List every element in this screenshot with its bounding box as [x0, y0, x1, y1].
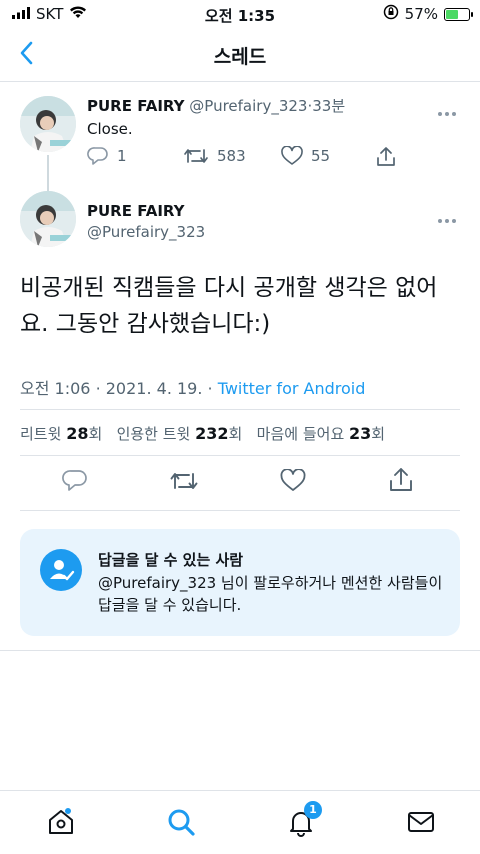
quotes-value: 232	[195, 424, 229, 443]
tab-home[interactable]	[46, 807, 76, 837]
reply-button[interactable]	[62, 469, 88, 497]
share-button[interactable]	[375, 146, 397, 168]
tweet-age: 33분	[312, 97, 346, 115]
meta-separator: ·	[95, 379, 101, 398]
tweet-text: Close.	[87, 120, 133, 138]
like-count: 55	[311, 147, 331, 165]
tab-search[interactable]	[166, 807, 196, 837]
author-handle[interactable]: @Purefairy_323	[87, 223, 205, 241]
tweet-stats: 리트윗 28회 인용한 트윗 232회 마음에 들어요 23회	[20, 423, 385, 444]
reply-permission-title: 답글을 달 수 있는 사람	[98, 551, 244, 569]
parent-tweet[interactable]: PURE FAIRY @Purefairy_323·33분 Close. 1 5…	[0, 82, 480, 182]
retweets-label: 리트윗	[20, 425, 62, 443]
like-button[interactable]	[280, 468, 306, 497]
tweet-date: 2021. 4. 19.	[105, 379, 203, 398]
heart-icon	[280, 468, 306, 491]
divider	[20, 409, 460, 410]
status-right: 57%	[383, 4, 473, 24]
battery-percent: 57%	[404, 5, 438, 23]
battery-icon	[444, 7, 473, 21]
quotes-label: 인용한 트윗	[116, 425, 191, 443]
parent-tweet-header: PURE FAIRY @Purefairy_323·33분	[87, 95, 345, 116]
reply-count: 1	[117, 147, 127, 165]
reply-button[interactable]: 1	[87, 146, 127, 166]
reply-permission-card: 답글을 달 수 있는 사람 @Purefairy_323 님이 팔로우하거나 멘…	[20, 529, 460, 636]
like-button[interactable]: 55	[281, 146, 330, 166]
tweet-time: 오전 1:06	[20, 379, 91, 398]
battery-fill	[446, 9, 458, 19]
avatar-image	[20, 191, 76, 247]
likes-value: 23	[349, 424, 372, 443]
divider	[20, 510, 460, 511]
author-name[interactable]: PURE FAIRY	[87, 202, 185, 220]
reply-icon	[87, 147, 108, 165]
share-icon	[377, 147, 395, 166]
unit-label: 회	[228, 425, 243, 443]
tweet-actions: 1 583 55	[87, 146, 417, 170]
retweet-button[interactable]	[169, 469, 199, 497]
author-name[interactable]: PURE FAIRY	[87, 97, 185, 115]
tab-bar: 1	[0, 790, 480, 854]
tweet-actions	[0, 466, 480, 500]
nav-bar: 스레드	[0, 28, 480, 82]
notification-badge: 1	[304, 801, 322, 819]
more-options-icon[interactable]	[438, 101, 460, 116]
status-bar: SKT 오전 1:35 57%	[0, 0, 480, 28]
avatar[interactable]	[20, 96, 76, 152]
divider	[20, 455, 460, 456]
share-button[interactable]	[388, 467, 414, 497]
meta-separator: ·	[207, 379, 213, 398]
unit-label: 회	[88, 425, 103, 443]
divider	[0, 650, 480, 651]
tweet-source-link[interactable]: Twitter for Android	[218, 379, 366, 398]
tab-notifications[interactable]: 1	[286, 801, 322, 837]
avatar-image	[20, 96, 76, 152]
heart-icon	[281, 146, 303, 165]
thread-connector	[47, 155, 49, 191]
search-icon	[168, 809, 195, 836]
retweets-value: 28	[66, 424, 89, 443]
more-options-icon[interactable]	[438, 208, 460, 223]
retweet-icon	[170, 473, 198, 489]
home-icon	[49, 808, 73, 834]
retweet-icon	[184, 149, 208, 163]
tweet-meta: 오전 1:06 · 2021. 4. 19. · Twitter for And…	[20, 375, 365, 399]
orientation-lock-icon	[383, 4, 399, 24]
share-icon	[390, 468, 412, 491]
retweets-stat[interactable]: 리트윗 28회	[20, 424, 103, 443]
page-title: 스레드	[213, 46, 267, 68]
reply-permission-icon	[40, 549, 82, 591]
tab-messages[interactable]	[406, 807, 436, 837]
retweet-count: 583	[217, 147, 246, 165]
mail-icon	[408, 812, 434, 832]
unit-label: 회	[371, 425, 386, 443]
retweet-button[interactable]: 583	[183, 146, 246, 166]
likes-stat[interactable]: 마음에 들어요 23회	[256, 424, 386, 443]
likes-label: 마음에 들어요	[256, 425, 345, 443]
avatar[interactable]	[20, 191, 76, 247]
quotes-stat[interactable]: 인용한 트윗 232회	[116, 424, 243, 443]
reply-permission-body: @Purefairy_323 님이 팔로우하거나 멘션한 사람들이 답글을 달 …	[98, 574, 443, 614]
reply-icon	[62, 470, 87, 491]
author-handle[interactable]: @Purefairy_323	[189, 97, 307, 115]
tweet-text: 비공개된 직캠들을 다시 공개할 생각은 없어요. 그동안 감사했습니다:)	[20, 275, 438, 337]
